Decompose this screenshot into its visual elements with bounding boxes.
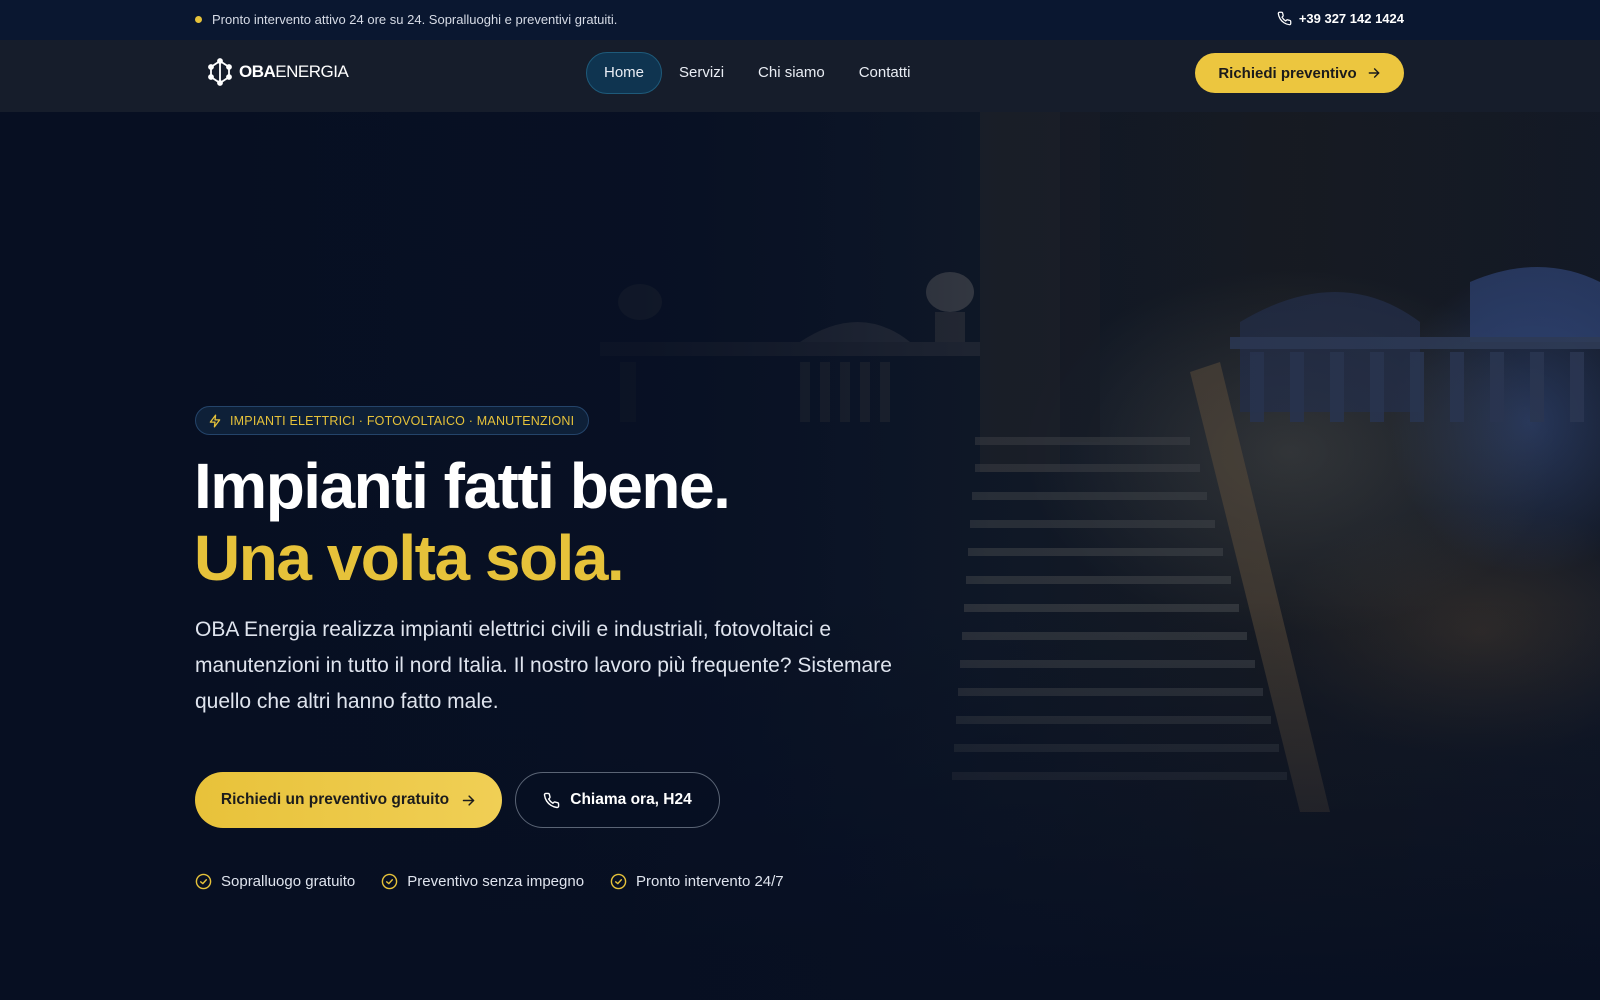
hero-title-line2: Una volta sola.: [194, 522, 625, 594]
lightning-icon: [209, 414, 221, 427]
feature-label: Preventivo senza impegno: [407, 873, 585, 890]
nav-item-home[interactable]: Home: [586, 52, 663, 94]
phone-icon: [544, 792, 560, 808]
call-now-button[interactable]: Chiama ora, H24: [515, 772, 720, 828]
services-badge-text: IMPIANTI ELETTRICI · FOTOVOLTAICO · MANU…: [230, 413, 575, 428]
request-quote-button[interactable]: Richiedi preventivo: [1195, 53, 1404, 93]
check-circle-icon: [610, 873, 627, 890]
phone-icon: [1277, 11, 1292, 26]
free-quote-button[interactable]: Richiedi un preventivo gratuito: [195, 772, 502, 828]
check-circle-icon: [195, 873, 212, 890]
nav-item-contatti[interactable]: Contatti: [842, 52, 928, 94]
logo-wordmark: OBAENERGIA: [239, 62, 349, 82]
announcement-text: Pronto intervento attivo 24 ore su 24. S…: [212, 12, 618, 27]
services-badge: IMPIANTI ELETTRICI · FOTOVOLTAICO · MANU…: [195, 406, 590, 435]
hero-section: IMPIANTI ELETTRICI · FOTOVOLTAICO · MANU…: [0, 112, 1600, 1000]
arrow-right-icon: [1368, 68, 1380, 78]
announcement: Pronto intervento attivo 24 ore su 24. S…: [195, 12, 617, 27]
check-circle-icon: [381, 873, 398, 890]
hero-description: OBA Energia realizza impianti elettrici …: [195, 618, 892, 713]
hero-title-line1: Impianti fatti bene.: [194, 450, 731, 522]
arrow-right-icon: [462, 794, 475, 806]
logo[interactable]: OBAENERGIA: [206, 58, 349, 86]
top-announcement-bar: Pronto intervento attivo 24 ore su 24. S…: [0, 0, 1600, 40]
nav-item-chi-siamo[interactable]: Chi siamo: [741, 52, 842, 94]
request-quote-label: Richiedi preventivo: [1218, 64, 1357, 82]
logo-light: ENERGIA: [275, 62, 349, 81]
nav-item-servizi[interactable]: Servizi: [662, 52, 741, 94]
logo-bold: OBA: [239, 62, 276, 81]
feature-item: Pronto intervento 24/7: [610, 873, 784, 890]
feature-list: Sopralluogo gratuito Preventivo senza im…: [195, 873, 784, 890]
topbar-phone-link[interactable]: +39 327 142 1424: [1277, 11, 1404, 26]
logo-icon: [208, 58, 232, 86]
free-quote-label: Richiedi un preventivo gratuito: [220, 791, 450, 808]
feature-label: Pronto intervento 24/7: [636, 873, 784, 890]
call-now-label: Chiama ora, H24: [570, 791, 692, 808]
feature-item: Sopralluogo gratuito: [195, 873, 355, 890]
topbar-phone-number: +39 327 142 1424: [1298, 11, 1404, 26]
feature-item: Preventivo senza impegno: [381, 873, 584, 890]
feature-label: Sopralluogo gratuito: [221, 873, 356, 890]
main-navbar: OBAENERGIA Home Servizi Chi siamo Contat…: [0, 40, 1600, 112]
status-dot-icon: [195, 16, 202, 23]
nav-menu: Home Servizi Chi siamo Contatti: [586, 52, 927, 94]
